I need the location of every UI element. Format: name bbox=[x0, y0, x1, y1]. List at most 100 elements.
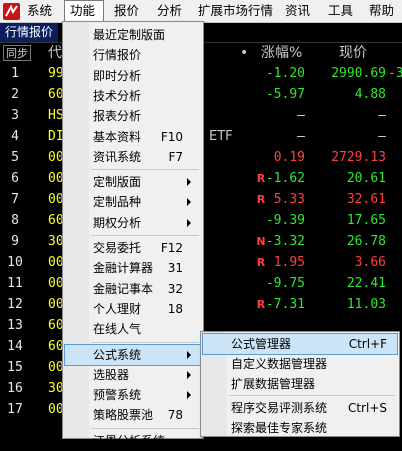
menu-item-label: 期权分析 bbox=[93, 215, 142, 230]
function-menu-item[interactable]: 定制品种 bbox=[65, 192, 201, 212]
menu-function[interactable]: 功能 bbox=[64, 0, 104, 22]
margin-flag: R bbox=[256, 298, 266, 311]
menu-item-label: 资讯系统 bbox=[93, 149, 142, 164]
submenu-arrow-icon bbox=[187, 218, 191, 227]
menu-quote[interactable]: 报价 bbox=[109, 0, 144, 22]
menu-item-label: 报表分析 bbox=[93, 109, 142, 124]
stock-name-suffix: ETF bbox=[209, 129, 233, 144]
function-menu-item[interactable]: 行情报价 bbox=[65, 45, 201, 65]
function-menu-item[interactable]: 期权分析 bbox=[65, 213, 201, 233]
menu-item-label: 技术分析 bbox=[93, 88, 142, 103]
formula-menu-item[interactable]: 自定义数据管理器 bbox=[203, 354, 397, 374]
formula-menu-item[interactable]: 扩展数据管理器 bbox=[203, 374, 397, 394]
menu-item-label: 扩展数据管理器 bbox=[231, 376, 316, 391]
menu-extended-market[interactable]: 扩展市场行情 bbox=[193, 0, 278, 22]
function-menu-item[interactable]: 选股器 bbox=[65, 365, 201, 385]
row-number: 4 bbox=[11, 129, 19, 144]
row-number: 2 bbox=[11, 87, 19, 102]
function-menu: 最近定制版面 行情报价 即时分析技术分析报表分析基本资料 F10 资讯系统 F7 定制版面定… bbox=[62, 21, 204, 448]
change-percent: 0.19 bbox=[273, 150, 305, 165]
current-price: 2729.13 bbox=[331, 150, 386, 165]
menu-item-shortcut: 31 bbox=[167, 261, 183, 276]
menu-help[interactable]: 帮助 bbox=[364, 0, 399, 22]
change-percent: – bbox=[297, 129, 305, 144]
margin-flag bbox=[256, 105, 266, 126]
menu-analysis[interactable]: 分析 bbox=[152, 0, 187, 22]
menu-item-shortcut: F7 bbox=[168, 149, 183, 164]
function-menu-item[interactable]: 在线人气 bbox=[65, 319, 201, 339]
column-header-price[interactable]: 现价 bbox=[339, 43, 367, 63]
margin-flag: N bbox=[256, 235, 266, 248]
menu-item-label: 策略股票池 bbox=[93, 408, 154, 423]
menu-item-label: 预警系统 bbox=[93, 388, 142, 403]
row-number: 7 bbox=[11, 192, 19, 207]
menu-separator bbox=[91, 341, 199, 343]
function-menu-item[interactable]: 预警系统 bbox=[65, 385, 201, 405]
change-percent: 1.95 bbox=[273, 255, 305, 270]
menu-tools[interactable]: 工具 bbox=[323, 0, 358, 22]
margin-flag bbox=[256, 273, 266, 294]
menu-news[interactable]: 资讯 bbox=[280, 0, 315, 22]
formula-menu-item[interactable]: 程序交易评测系统 Ctrl+S bbox=[203, 398, 397, 418]
formula-menu-item[interactable]: 探索最佳专家系统 bbox=[203, 418, 397, 438]
function-menu-item[interactable]: 技术分析 bbox=[65, 86, 201, 106]
change-percent: -7.31 bbox=[265, 297, 305, 312]
menu-separator bbox=[229, 395, 395, 397]
row-number: 14 bbox=[7, 339, 23, 354]
function-menu-item[interactable]: 定制版面 bbox=[65, 172, 201, 192]
row-number: 3 bbox=[11, 108, 19, 123]
app-logo-icon[interactable] bbox=[3, 3, 20, 20]
change-percent: -1.62 bbox=[265, 171, 305, 186]
margin-flag bbox=[256, 84, 266, 105]
menu-item-label: 选股器 bbox=[93, 367, 130, 382]
submenu-arrow-icon bbox=[187, 370, 191, 379]
sync-button[interactable]: 同步 bbox=[3, 45, 31, 61]
change-percent: 5.33 bbox=[273, 192, 305, 207]
menu-separator bbox=[91, 235, 199, 236]
function-menu-item[interactable]: 即时分析 bbox=[65, 66, 201, 86]
current-price: 4.88 bbox=[354, 87, 386, 102]
submenu-arrow-icon bbox=[187, 178, 191, 187]
function-menu-item[interactable]: 交易委托 F12 bbox=[65, 238, 201, 258]
current-price: 20.61 bbox=[346, 171, 386, 186]
menu-system[interactable]: 系统 bbox=[22, 0, 57, 22]
row-number: 15 bbox=[7, 360, 23, 375]
row-number: 9 bbox=[11, 234, 19, 249]
margin-flag bbox=[256, 126, 266, 147]
margin-flag bbox=[256, 210, 266, 231]
menu-item-label: 公式管理器 bbox=[231, 337, 292, 351]
menu-item-shortcut: 18 bbox=[167, 301, 183, 316]
margin-flag: R bbox=[256, 193, 266, 206]
menu-item-shortcut: F12 bbox=[160, 241, 183, 255]
menu-item-label: 在线人气 bbox=[93, 322, 142, 337]
column-header-change[interactable]: 涨幅% bbox=[261, 43, 302, 63]
menu-item-label: 探索最佳专家系统 bbox=[231, 421, 328, 436]
function-menu-item[interactable]: 个人理财 18 bbox=[65, 299, 201, 319]
formula-menu-item[interactable]: 公式管理器 Ctrl+F bbox=[202, 333, 398, 355]
menu-item-label: 个人理财 bbox=[93, 301, 142, 316]
column-header-code[interactable]: 代 bbox=[48, 43, 62, 63]
menu-item-label: 自定义数据管理器 bbox=[231, 356, 328, 371]
tab-quote-list[interactable]: 行情报价 bbox=[0, 23, 59, 42]
menu-separator bbox=[91, 427, 199, 429]
function-menu-item[interactable]: 公式系统 bbox=[64, 343, 202, 366]
submenu-arrow-icon bbox=[187, 350, 191, 359]
current-price: 11.03 bbox=[346, 297, 386, 312]
change-percent: -9.75 bbox=[265, 276, 305, 291]
formula-submenu: 公式管理器 Ctrl+F 自定义数据管理器 扩展数据管理器程序交易评测系统 Ctrl+S… bbox=[200, 331, 400, 437]
row-number: 10 bbox=[7, 255, 23, 270]
next-column-value: -3 bbox=[388, 66, 402, 81]
function-menu-item[interactable]: 最近定制版面 bbox=[65, 25, 201, 45]
margin-flag bbox=[256, 63, 266, 84]
function-menu-item[interactable]: 金融记事本 32 bbox=[65, 279, 201, 299]
margin-flag: R bbox=[256, 172, 266, 185]
menu-item-label: 定制品种 bbox=[93, 195, 142, 210]
margin-flag: R bbox=[256, 256, 266, 269]
row-number: 5 bbox=[11, 150, 19, 165]
function-menu-item[interactable]: 金融计算器 31 bbox=[65, 258, 201, 278]
function-menu-item[interactable]: 策略股票池 78 bbox=[65, 405, 201, 425]
function-menu-item[interactable]: 资讯系统 F7 bbox=[65, 147, 201, 167]
function-menu-item[interactable]: 报表分析 bbox=[65, 106, 201, 126]
function-menu-item[interactable]: 基本资料 F10 bbox=[65, 127, 201, 147]
change-percent: – bbox=[297, 108, 305, 123]
